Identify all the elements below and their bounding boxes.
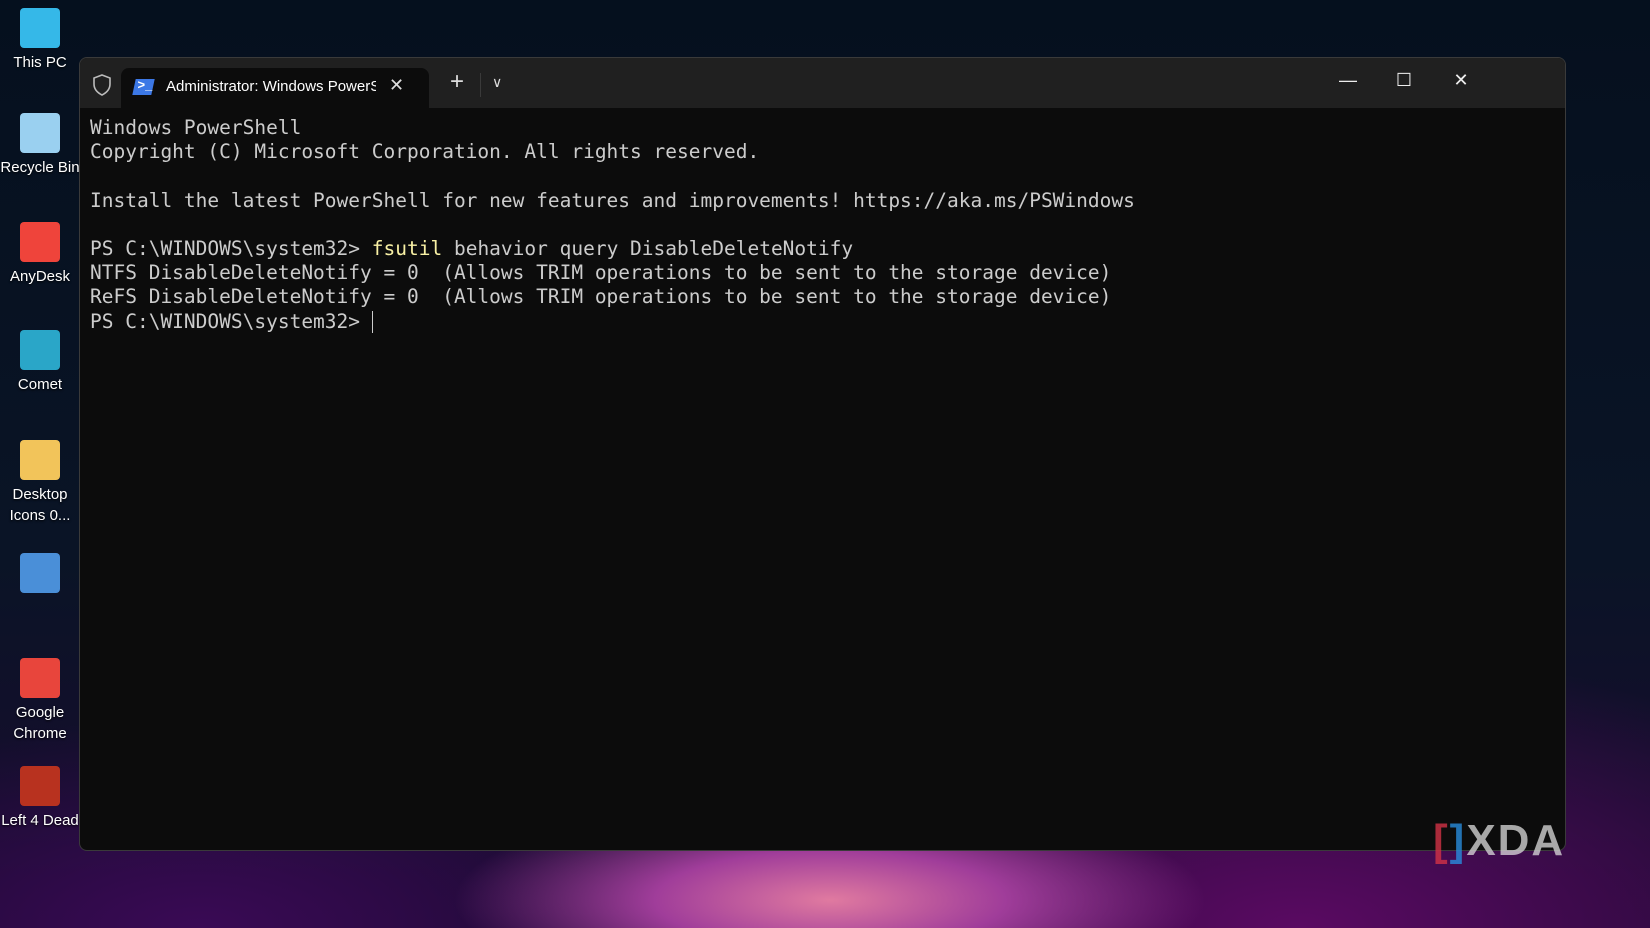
chevron-down-icon[interactable]: ∨ [492, 74, 502, 91]
new-tab-button[interactable]: + [450, 68, 464, 96]
line: Windows PowerShell [90, 116, 302, 139]
shield-icon [93, 74, 111, 96]
maximize-button[interactable]: ☐ [1384, 70, 1424, 91]
divider [480, 73, 481, 97]
tab-close-icon[interactable]: ✕ [389, 75, 404, 96]
minimize-button[interactable]: — [1328, 70, 1368, 91]
text-cursor [371, 311, 373, 334]
xda-watermark: []XDA [1433, 816, 1566, 865]
desktop-icon-label: Recycle Bin [0, 159, 80, 176]
tab-powershell[interactable]: >_ Administrator: Windows PowerShell ✕ [121, 68, 429, 108]
command-line: PS C:\WINDOWS\system32> fsutil behavior … [90, 237, 1565, 261]
desktop-icon-label: Left 4 Dead [1, 812, 79, 829]
desktop-icon-label: Desktop Icons 0... [9, 486, 71, 524]
app-icon [20, 658, 60, 698]
app-icon [20, 440, 60, 480]
prompt-line[interactable]: PS C:\WINDOWS\system32> [90, 310, 1565, 334]
desktop-icon[interactable]: AnyDesk [0, 222, 80, 287]
tab-title: Administrator: Windows PowerShell [166, 78, 376, 95]
app-icon [20, 766, 60, 806]
app-icon [20, 330, 60, 370]
desktop-icon[interactable]: Recycle Bin [0, 113, 80, 178]
powershell-icon: >_ [132, 77, 155, 95]
app-icon [20, 222, 60, 262]
desktop-icon-label: AnyDesk [9, 268, 71, 285]
desktop-icon[interactable] [0, 553, 80, 597]
desktop-icon[interactable]: This PC [0, 8, 80, 73]
close-button[interactable]: ✕ [1441, 70, 1481, 91]
app-icon [20, 113, 60, 153]
desktop-icon[interactable]: Desktop Icons 0... [0, 440, 80, 526]
output-line: NTFS DisableDeleteNotify = 0 (Allows TRI… [90, 261, 1112, 285]
prompt: PS C:\WINDOWS\system32> [90, 237, 372, 261]
command: fsutil [371, 237, 443, 261]
tab-bar: >_ Administrator: Windows PowerShell ✕ +… [80, 58, 1565, 108]
desktop-icon-label: Comet [17, 376, 63, 393]
app-icon [20, 553, 60, 593]
prompt: PS C:\WINDOWS\system32> [90, 309, 372, 333]
terminal-output[interactable]: Windows PowerShell Copyright (C) Microsof… [80, 108, 1565, 334]
line: Install the latest PowerShell for new fe… [90, 188, 1135, 212]
app-icon [20, 8, 60, 48]
output-line: ReFS DisableDeleteNotify = 0 (Allows TRI… [90, 285, 1112, 309]
command-args: behavior query DisableDeleteNotify [442, 237, 854, 261]
desktop-icon[interactable]: Google Chrome [0, 658, 80, 744]
desktop-icon[interactable]: Comet [0, 330, 80, 395]
line [90, 164, 1565, 188]
terminal-window: >_ Administrator: Windows PowerShell ✕ +… [79, 57, 1566, 851]
desktop-icon-label: Google Chrome [13, 704, 67, 742]
desktop-icon-label: This PC [13, 54, 67, 71]
line [90, 213, 1565, 237]
line: Copyright (C) Microsoft Corporation. All… [90, 140, 760, 164]
desktop-icon[interactable]: Left 4 Dead [0, 766, 80, 831]
